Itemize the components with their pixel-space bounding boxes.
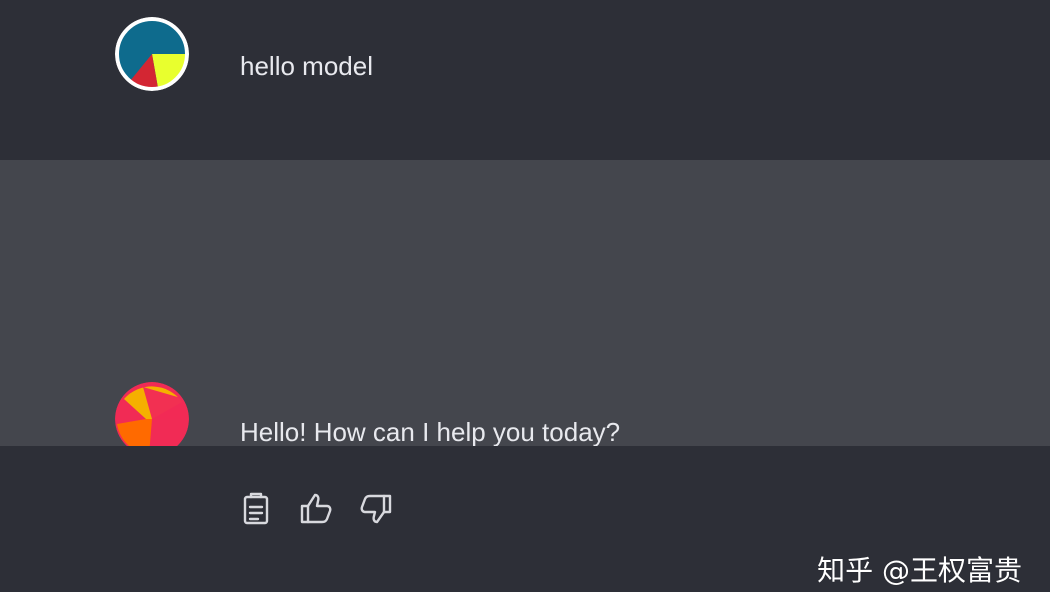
clipboard-icon xyxy=(243,492,269,525)
thumbs-down-icon xyxy=(360,494,392,524)
user-message-text: hello model xyxy=(240,51,373,81)
user-pie-avatar-icon xyxy=(115,17,189,91)
thumbs-up-icon xyxy=(300,493,332,524)
message-actions xyxy=(240,490,410,526)
assistant-pie-avatar-icon xyxy=(115,382,189,456)
like-button[interactable] xyxy=(298,490,334,526)
copy-button[interactable] xyxy=(238,490,274,526)
user-avatar xyxy=(115,17,189,91)
user-message-row: hello model xyxy=(0,0,1050,160)
bottom-divider-strip xyxy=(0,446,1050,456)
zhihu-watermark: 知乎 @王权富贵 xyxy=(817,554,1022,587)
assistant-avatar xyxy=(115,382,189,456)
assistant-message-row: Hello! How can I help you today? 知乎 @王权富… xyxy=(0,160,1050,587)
assistant-message-text: Hello! How can I help you today? xyxy=(240,417,621,447)
dislike-button[interactable] xyxy=(358,490,394,526)
